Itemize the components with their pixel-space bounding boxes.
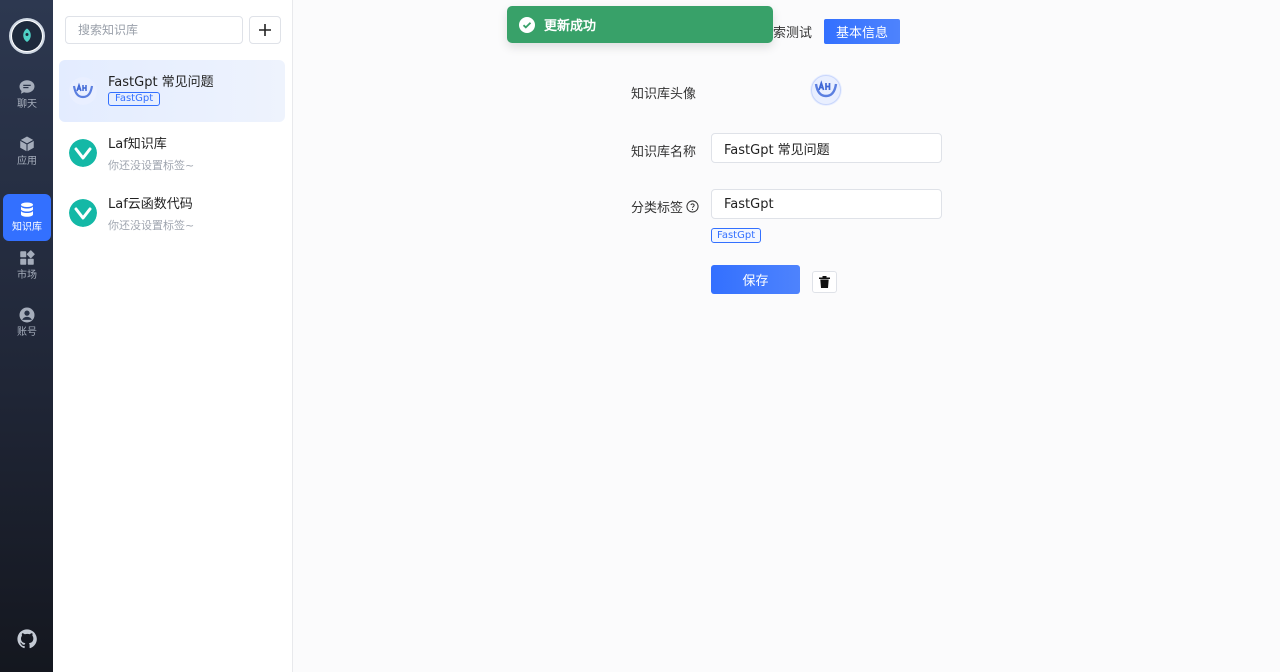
trash-icon — [819, 276, 830, 288]
list-item-title: Laf云函数代码 — [108, 197, 193, 212]
tags-label-text: 分类标签 — [631, 201, 684, 216]
apps-grid-icon — [20, 250, 35, 265]
check-circle-icon — [519, 16, 535, 33]
nav-item-label: 账号 — [17, 327, 37, 338]
tags-input[interactable] — [711, 189, 942, 219]
save-button[interactable]: 保存 — [711, 265, 800, 294]
list-item[interactable]: FastGpt 常见问题 FastGpt — [59, 60, 285, 122]
list-item-subtitle: 你还没设置标签~ — [108, 159, 195, 172]
database-icon — [21, 202, 33, 217]
toast-message: 更新成功 — [544, 19, 597, 34]
logo-icon — [12, 21, 42, 51]
tags-label: 分类标签 — [631, 197, 699, 216]
knowledge-base-list-panel: FastGpt 常见问题 FastGpt Laf知识库 你还没设置标签~ Laf… — [53, 0, 293, 672]
tab-search-test[interactable]: 索测试 — [773, 22, 812, 41]
nav-item-chat[interactable]: 聊天 — [3, 71, 51, 118]
list-item-subtitle: 你还没设置标签~ — [108, 219, 195, 232]
side-nav: 聊天 应用 知识库 市场 账号 — [0, 0, 53, 672]
search-input[interactable] — [65, 16, 243, 44]
list-item-title: FastGpt 常见问题 — [108, 75, 214, 90]
delete-button[interactable] — [812, 271, 837, 293]
list-item-title: Laf知识库 — [108, 137, 167, 152]
list-item-tag: FastGpt — [108, 92, 161, 106]
chat-icon — [19, 80, 35, 94]
nav-item-label: 市场 — [17, 270, 37, 281]
list-item[interactable]: Laf知识库 你还没设置标签~ — [59, 122, 285, 184]
nav-item-label: 聊天 — [17, 99, 37, 110]
user-icon — [19, 307, 35, 323]
app-logo[interactable] — [9, 18, 45, 54]
nav-item-label: 应用 — [17, 156, 37, 167]
nav-item-market[interactable]: 市场 — [3, 242, 51, 289]
fastgpt-avatar-icon — [69, 77, 97, 105]
add-knowledge-base-button[interactable] — [249, 16, 281, 44]
knowledge-base-avatar[interactable] — [810, 74, 842, 106]
cube-icon — [19, 136, 35, 152]
nav-item-label: 知识库 — [12, 222, 42, 233]
tab-basic-info[interactable]: 基本信息 — [824, 19, 901, 44]
laf-logo-icon — [69, 199, 97, 227]
list-item[interactable]: Laf云函数代码 你还没设置标签~ — [59, 182, 285, 244]
success-toast: 更新成功 — [507, 6, 773, 43]
nav-item-knowledge-base[interactable]: 知识库 — [3, 194, 51, 241]
detail-tabs: 索测试 基本信息 — [773, 19, 901, 44]
nav-item-apps[interactable]: 应用 — [3, 128, 51, 175]
avatar-label: 知识库头像 — [631, 87, 697, 102]
plus-icon — [259, 24, 271, 36]
laf-logo-icon — [69, 139, 97, 167]
github-icon[interactable] — [17, 629, 37, 649]
name-input[interactable] — [711, 133, 942, 163]
nav-item-account[interactable]: 账号 — [3, 299, 51, 346]
name-label: 知识库名称 — [631, 145, 697, 160]
help-circle-icon[interactable] — [686, 200, 699, 213]
tag-chip: FastGpt — [711, 228, 762, 243]
